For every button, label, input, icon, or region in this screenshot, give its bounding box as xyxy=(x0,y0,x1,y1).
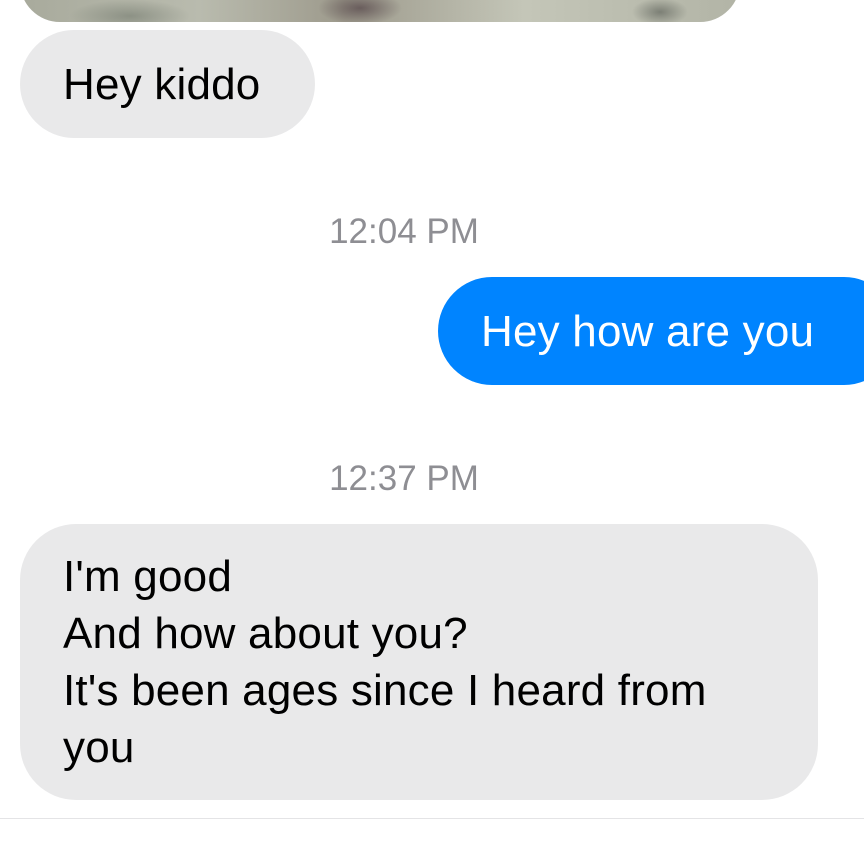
message-bubble-sent[interactable]: Hey how are you xyxy=(438,277,864,385)
composer-divider xyxy=(0,818,864,819)
message-text: Hey how are you xyxy=(481,307,815,356)
message-timestamp: 12:37 PM xyxy=(329,459,479,498)
chat-thread[interactable]: Hey kiddo 12:04 PM Hey how are you 12:37… xyxy=(0,0,864,857)
message-text-line: It's been ages since I heard from xyxy=(63,666,707,715)
message-text-line: I'm good xyxy=(63,552,232,601)
message-text-line: And how about you? xyxy=(63,609,468,658)
message-text-line: you xyxy=(63,723,135,772)
message-bubble-received[interactable]: Hey kiddo xyxy=(20,30,315,138)
shared-photo-message[interactable] xyxy=(20,0,740,22)
message-text: Hey kiddo xyxy=(63,60,261,109)
message-bubble-received[interactable]: I'm good And how about you? It's been ag… xyxy=(20,524,818,800)
message-timestamp: 12:04 PM xyxy=(329,212,479,251)
